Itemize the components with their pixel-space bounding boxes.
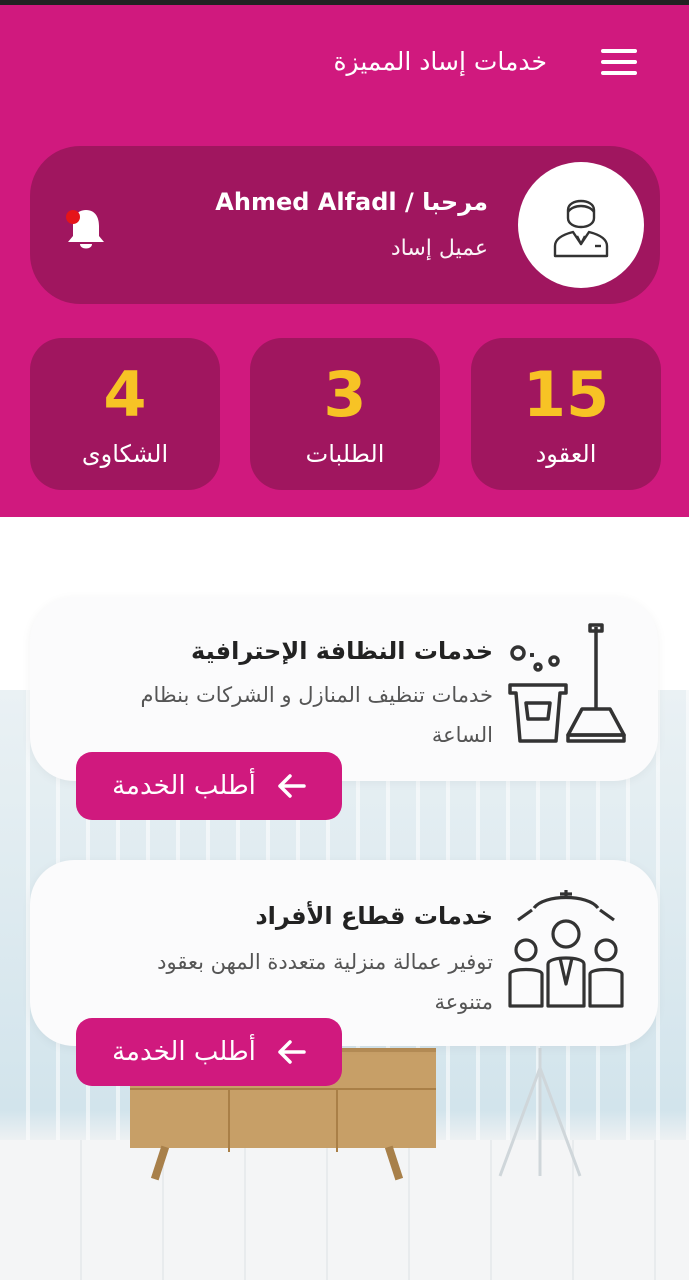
service-description: خدمات تنظيف المنازل و الشركات بنظام السا…	[140, 683, 493, 747]
cleaning-bucket-broom-icon	[508, 623, 626, 743]
stat-label: الطلبات	[305, 440, 385, 468]
arrow-left-icon	[278, 1040, 306, 1064]
stat-label: العقود	[535, 440, 597, 468]
stat-contracts[interactable]: 15 العقود	[471, 338, 661, 490]
order-service-button[interactable]: أطلب الخدمة	[76, 752, 342, 820]
stat-value: 4	[103, 358, 147, 431]
stat-requests[interactable]: 3 الطلبات	[250, 338, 440, 490]
notification-badge	[66, 210, 80, 224]
user-role: عميل إساد	[390, 236, 488, 261]
order-button-label: أطلب الخدمة	[112, 1037, 256, 1067]
service-title: خدمات قطاع الأفراد	[255, 902, 493, 930]
service-title: خدمات النظافة الإحترافية	[191, 637, 493, 665]
workers-group-icon	[508, 890, 624, 1008]
app-title: خدمات إساد المميزة	[333, 47, 547, 76]
notification-bell-icon[interactable]	[66, 206, 106, 250]
greeting-text: مرحبا / Ahmed Alfadl	[215, 188, 488, 216]
order-service-button[interactable]: أطلب الخدمة	[76, 1018, 342, 1086]
order-button-label: أطلب الخدمة	[112, 771, 256, 801]
stat-label: الشكاوى	[81, 440, 169, 468]
hamburger-menu-icon[interactable]	[601, 49, 637, 75]
stat-complaints[interactable]: 4 الشكاوى	[30, 338, 220, 490]
stat-value: 15	[522, 358, 610, 431]
header: خدمات إساد المميزة مرحبا / Ahmed Alfadl …	[0, 5, 689, 517]
arrow-left-icon	[278, 774, 306, 798]
floor-lamp	[498, 1048, 582, 1177]
avatar[interactable]	[518, 162, 644, 288]
stat-value: 3	[323, 358, 367, 431]
profile-card: مرحبا / Ahmed Alfadl عميل إساد	[30, 146, 660, 304]
service-description: توفير عمالة منزلية متعددة المهن بعقود مت…	[157, 950, 493, 1014]
user-avatar-icon	[553, 199, 609, 258]
